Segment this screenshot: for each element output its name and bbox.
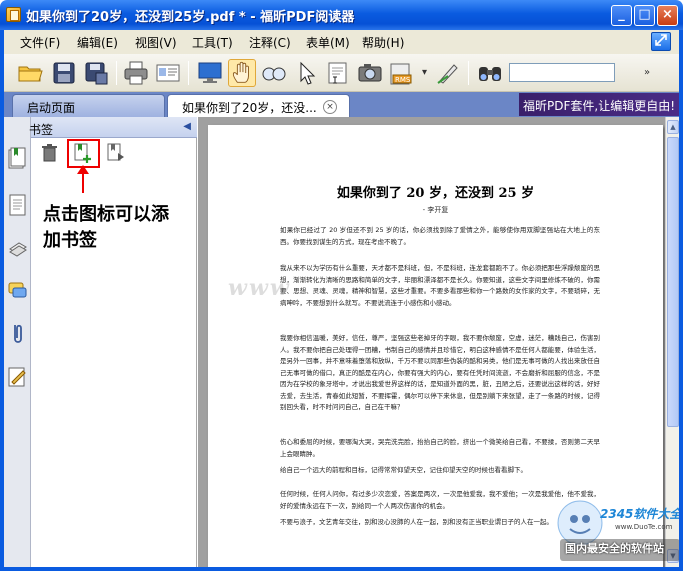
save-as-icon[interactable]	[82, 59, 110, 87]
window-title: 如果你到了20岁，还没到25岁.pdf * - 福昕PDF阅读器	[26, 10, 355, 25]
scroll-up-arrow-icon[interactable]: ▲	[667, 120, 679, 134]
menu-tools[interactable]: 工具(T)	[192, 34, 233, 51]
promo-banner[interactable]: 福昕PDF套件,让编辑更自由!	[519, 93, 679, 116]
menu-bar: 文件(F) 编辑(E) 视图(V) 工具(T) 注释(C) 表单(M) 帮助(H…	[0, 30, 683, 54]
layers-panel-icon[interactable]	[7, 237, 28, 258]
document-paragraph: 伤心和委屈的时候，要哪淘大哭，哭完洗完脸，抬抬自己的脸，挤出一个微笑给自己看，不…	[280, 438, 600, 458]
foxit-app-icon	[6, 7, 21, 22]
toolbar-separator	[188, 61, 189, 85]
collapse-panel-icon[interactable]: ◀	[183, 121, 191, 132]
title-bar: 如果你到了20岁，还没到25岁.pdf * - 福昕PDF阅读器 _ □ ×	[0, 0, 683, 30]
close-button[interactable]: ×	[657, 5, 678, 26]
bookmark-panel: 书签 ◀ 点击图标可以添加书签	[29, 117, 197, 567]
annotation-text: 点击图标可以添加书签	[43, 204, 169, 251]
attachments-panel-icon[interactable]	[7, 321, 28, 343]
delete-bookmark-icon[interactable]	[39, 142, 61, 164]
binoculars-icon[interactable]	[476, 59, 504, 87]
highlight-box	[67, 139, 100, 168]
document-paragraph: 我从来不以为学历有什么重要，天才都不是科班，但，不是科班，连龙套都跑不了。你必须…	[280, 264, 600, 307]
sign-pen-icon[interactable]	[434, 59, 462, 87]
select-arrow-icon[interactable]	[292, 59, 320, 87]
document-paragraph: 如果你已经过了 20 岁但还不到 25 岁的话，你必须找到除了爱情之外，能够使你…	[280, 226, 600, 246]
maximize-button[interactable]: □	[634, 5, 655, 26]
fullscreen-icon[interactable]	[196, 59, 224, 87]
pages-panel-icon[interactable]	[7, 193, 28, 216]
site-logo-url: www.DuoTe.com	[615, 523, 673, 531]
toolbar-separator	[468, 61, 469, 85]
loupe-icon[interactable]	[260, 59, 288, 87]
menu-edit[interactable]: 编辑(E)	[77, 34, 118, 51]
properties-icon[interactable]	[154, 59, 182, 87]
document-title: 如果你到了 20 岁，还没到 25 岁	[336, 186, 535, 201]
restore-panel-icon[interactable]	[651, 32, 671, 51]
save-icon[interactable]	[50, 59, 78, 87]
bookmarks-panel-icon[interactable]	[7, 147, 28, 169]
menu-form[interactable]: 表单(M)	[306, 34, 350, 51]
page-watermark: www	[228, 275, 291, 301]
document-author: - 李开复	[422, 206, 449, 214]
site-logo-brand: 2345软件大全	[600, 507, 682, 521]
hand-tool-icon[interactable]	[228, 59, 256, 87]
text-select-icon[interactable]	[324, 59, 352, 87]
bookmark-panel-title: 书签	[29, 123, 54, 137]
print-icon[interactable]	[122, 59, 150, 87]
window-frame-bottom	[0, 567, 683, 571]
dropdown-arrow-icon[interactable]: ▾	[422, 67, 427, 78]
document-paragraph: 给自己一个远大的前程和目标，记得常常仰望天空，记住仰望天空的时候也看看脚下。	[280, 466, 527, 474]
bookmark-from-selection-icon[interactable]	[105, 142, 127, 164]
main-toolbar: RMS ▾ »	[0, 54, 683, 92]
document-paragraph: 我要你相信温暖，美好，信任，尊严，坚强这些老掉牙的字眼，我不要你颓废，空虚，迷茫…	[280, 334, 600, 411]
toolbar-more-icon[interactable]: »	[644, 67, 650, 78]
tab-close-icon[interactable]: ×	[323, 100, 337, 114]
tab-start-page[interactable]: 启动页面	[12, 94, 165, 117]
toolbar-separator	[116, 61, 117, 85]
menu-help[interactable]: 帮助(H)	[362, 34, 404, 51]
navigation-panel-strip	[4, 117, 31, 567]
annotation-arrow	[82, 169, 84, 193]
site-logo-slogan: 国内最安全的软件站	[565, 542, 664, 555]
search-input[interactable]	[509, 63, 615, 82]
menu-comment[interactable]: 注释(C)	[249, 34, 291, 51]
window-frame-left	[0, 30, 4, 571]
window-frame-right	[679, 30, 683, 571]
menu-view[interactable]: 视图(V)	[135, 34, 177, 51]
scrollbar-thumb[interactable]	[667, 137, 679, 427]
rms-icon[interactable]: RMS	[388, 59, 416, 87]
bookmark-panel-header: 书签 ◀	[29, 117, 197, 138]
snapshot-icon[interactable]	[356, 59, 384, 87]
minimize-button[interactable]: _	[611, 5, 632, 26]
comments-panel-icon[interactable]	[7, 279, 28, 300]
signatures-panel-icon[interactable]	[7, 365, 28, 387]
menu-file[interactable]: 文件(F)	[20, 34, 60, 51]
svg-text:RMS: RMS	[395, 76, 411, 84]
open-icon[interactable]	[16, 59, 44, 87]
